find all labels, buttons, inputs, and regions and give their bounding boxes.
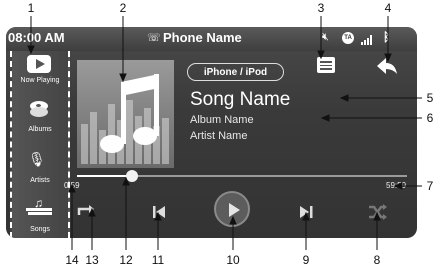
callout-7: 7 xyxy=(426,179,434,193)
callout-8: 8 xyxy=(373,253,381,267)
callout-lines xyxy=(27,16,422,250)
callout-14: 14 xyxy=(65,253,79,267)
callout-10: 10 xyxy=(226,253,240,267)
callout-5: 5 xyxy=(426,91,434,105)
callout-1: 1 xyxy=(27,1,35,15)
callout-12: 12 xyxy=(119,253,133,267)
callout-3: 3 xyxy=(317,1,325,15)
callout-2: 2 xyxy=(119,1,127,15)
callout-11: 11 xyxy=(151,253,165,267)
callout-13: 13 xyxy=(85,253,99,267)
callout-9: 9 xyxy=(302,253,310,267)
callout-6: 6 xyxy=(426,111,434,125)
callout-4: 4 xyxy=(384,1,392,15)
